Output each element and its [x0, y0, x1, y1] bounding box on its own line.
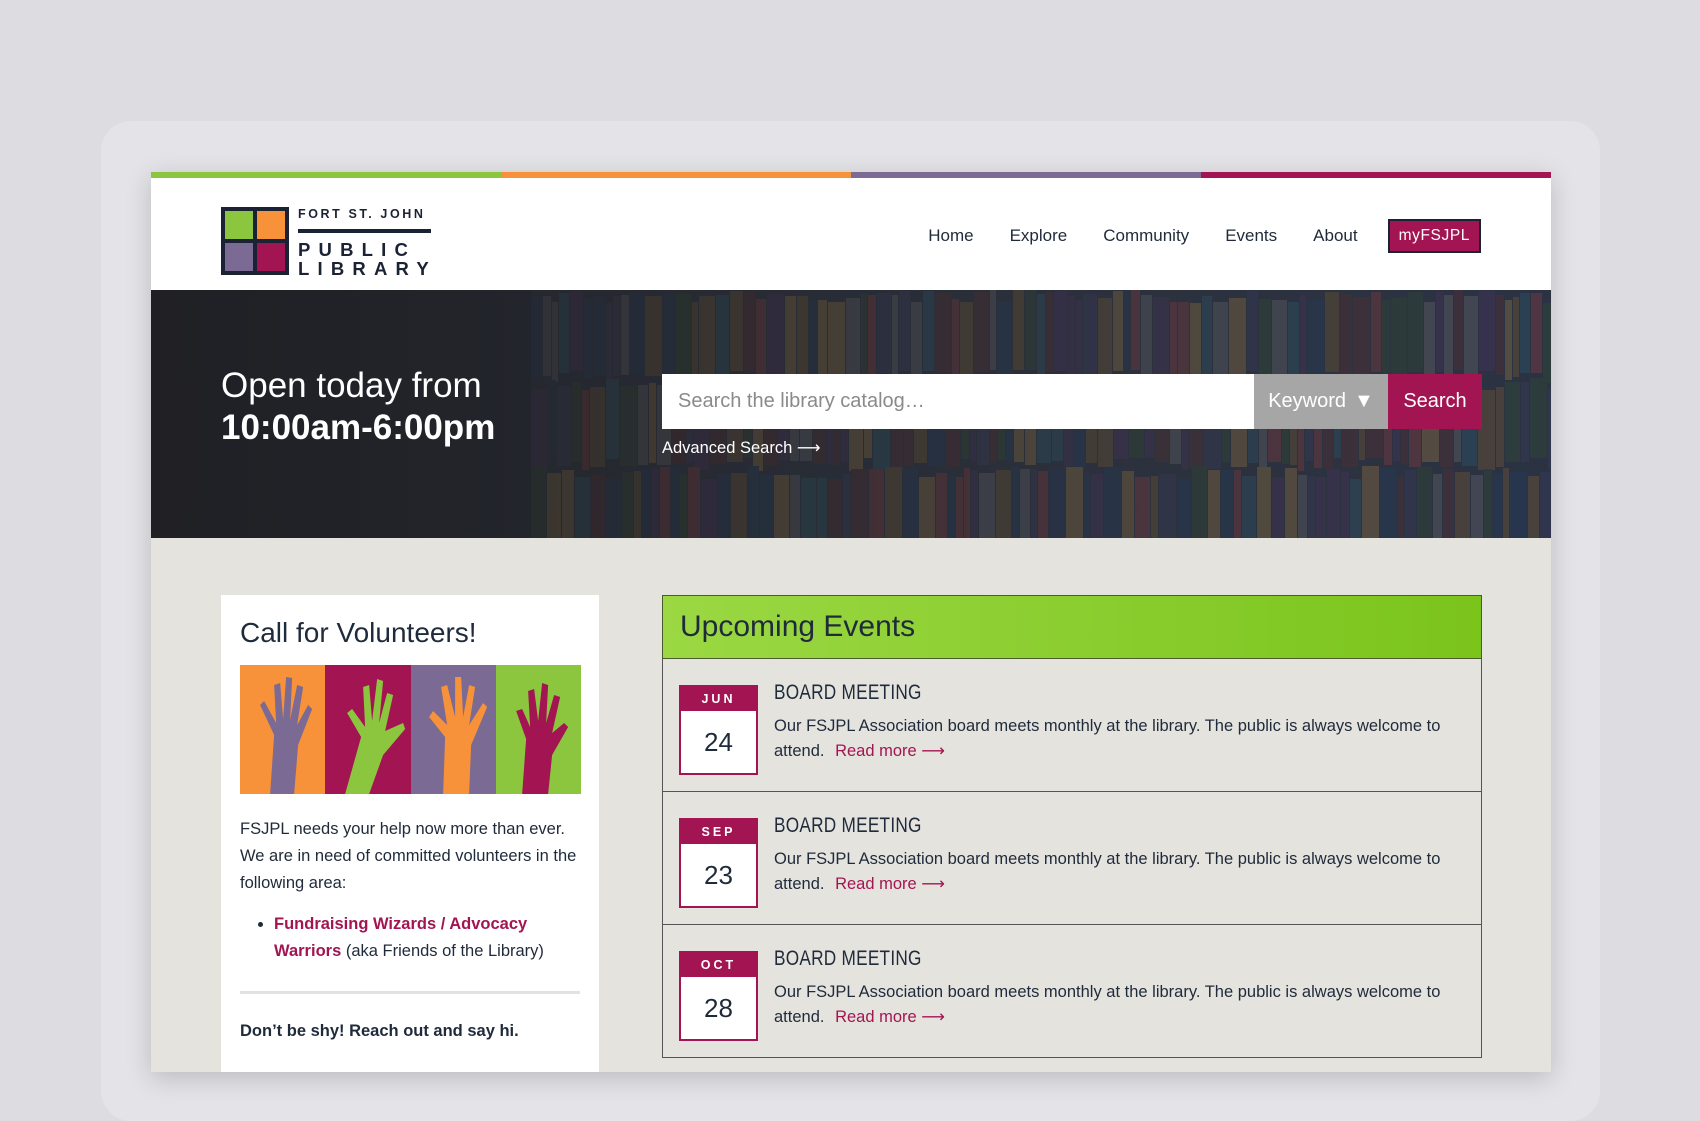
- hours-label: Open today from: [221, 366, 482, 405]
- event-item: OCT 28 BOARD MEETING Our FSJPL Associati…: [662, 925, 1482, 1058]
- fundraising-suffix: (aka Friends of the Library): [345, 942, 544, 960]
- event-description: Our FSJPL Association board meets monthl…: [774, 980, 1474, 1030]
- read-more-link[interactable]: Read more ⟶: [835, 875, 945, 893]
- logo-square-magenta: [253, 239, 289, 275]
- volunteer-areas-list: Fundraising Wizards / Advocacy Warriors …: [274, 911, 580, 965]
- event-date-badge: SEP 23: [679, 818, 758, 908]
- nav-events[interactable]: Events: [1225, 226, 1277, 246]
- hours-value: 10:00am-6:00pm: [221, 408, 496, 447]
- search-type-select[interactable]: Keyword ▼: [1254, 374, 1388, 429]
- logo-text-fort-st-john: FORT ST. JOHN: [298, 207, 426, 221]
- event-month: SEP: [701, 825, 736, 839]
- raised-hands-image: [240, 665, 581, 794]
- volunteers-closing: Don’t be shy! Reach out and say hi.: [240, 1022, 519, 1040]
- event-month: OCT: [700, 958, 737, 972]
- volunteers-title: Call for Volunteers!: [240, 617, 477, 648]
- volunteers-body: FSJPL needs your help now more than ever…: [240, 820, 577, 892]
- nav-community[interactable]: Community: [1103, 226, 1189, 246]
- nav-home[interactable]: Home: [928, 226, 973, 246]
- event-item: JUN 24 BOARD MEETING Our FSJPL Associati…: [662, 659, 1482, 792]
- logo-rule: [298, 229, 431, 233]
- read-more-link[interactable]: Read more ⟶: [835, 742, 945, 760]
- logo-text-public-library: PUBLIC LIBRARY: [298, 240, 437, 278]
- main-nav: Home Explore Community Events About myFS…: [892, 219, 1481, 253]
- logo-square-orange: [253, 207, 289, 243]
- read-more-link[interactable]: Read more ⟶: [835, 1008, 945, 1026]
- logo-square-purple: [221, 239, 257, 275]
- logo-text-public: PUBLIC: [298, 239, 417, 260]
- search-input[interactable]: [662, 374, 1254, 429]
- event-date-badge: JUN 24: [679, 685, 758, 775]
- site-header: FORT ST. JOHN PUBLIC LIBRARY Home Explor…: [151, 178, 1551, 290]
- volunteers-card: Call for Volunteers! FSJPL needs your he…: [221, 595, 599, 1072]
- logo-text-library: LIBRARY: [298, 258, 437, 279]
- event-item: SEP 23 BOARD MEETING Our FSJPL Associati…: [662, 792, 1482, 925]
- advanced-search-link[interactable]: Advanced Search ⟶: [662, 438, 821, 458]
- event-description: Our FSJPL Association board meets monthl…: [774, 714, 1474, 764]
- event-month: JUN: [701, 692, 736, 706]
- event-day: 23: [681, 844, 756, 906]
- events-heading: Upcoming Events: [662, 595, 1482, 659]
- nav-explore[interactable]: Explore: [1010, 226, 1068, 246]
- event-day: 24: [681, 711, 756, 773]
- library-logo[interactable]: FORT ST. JOHN PUBLIC LIBRARY: [221, 207, 436, 281]
- search-type-label: Keyword: [1268, 390, 1346, 412]
- catalog-search: Keyword ▼ Search: [662, 374, 1482, 429]
- event-title[interactable]: BOARD MEETING: [774, 947, 922, 971]
- hero-banner: Open today from 10:00am-6:00pm Keyword ▼…: [151, 290, 1551, 538]
- list-item: Fundraising Wizards / Advocacy Warriors …: [274, 911, 580, 965]
- event-day: 28: [681, 977, 756, 1039]
- nav-about[interactable]: About: [1313, 226, 1357, 246]
- event-title[interactable]: BOARD MEETING: [774, 681, 922, 705]
- upcoming-events: Upcoming Events JUN 24 BOARD MEETING Our…: [662, 595, 1482, 1058]
- search-button[interactable]: Search: [1388, 374, 1482, 429]
- website: FORT ST. JOHN PUBLIC LIBRARY Home Explor…: [151, 172, 1551, 1072]
- my-account-button[interactable]: myFSJPL: [1387, 219, 1481, 253]
- chevron-down-icon: ▼: [1354, 390, 1374, 412]
- event-date-badge: OCT 28: [679, 951, 758, 1041]
- event-description: Our FSJPL Association board meets monthl…: [774, 847, 1474, 897]
- logo-square-green: [221, 207, 257, 243]
- divider: [240, 991, 580, 994]
- event-title[interactable]: BOARD MEETING: [774, 814, 922, 838]
